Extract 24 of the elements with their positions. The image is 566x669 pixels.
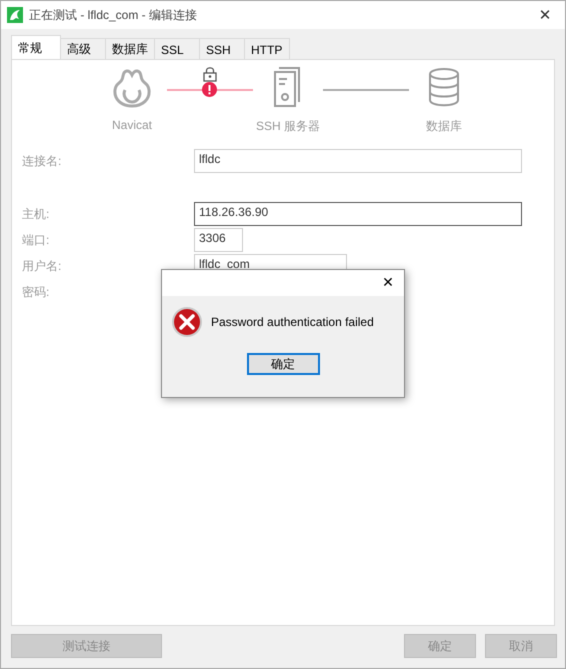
server-icon [273,66,303,108]
field-label: 连接名: [22,152,62,170]
input-field[interactable]: 118.26.36.90 [194,202,522,226]
error-icon [202,82,217,97]
node-label: SSH 服务器 [256,118,320,135]
close-button[interactable]: ✕ [372,270,404,296]
error-icon [171,306,203,338]
tab[interactable]: 常规 [11,35,61,60]
field-label: 用户名: [22,258,62,274]
field-label: 主机: [22,206,50,222]
app-logo-icon [7,7,23,23]
node-label: Navicat [112,118,152,132]
input-field[interactable]: 3306 [194,228,243,252]
error-message: Password authentication failed [211,315,374,329]
input-field[interactable]: lfldc [194,149,522,173]
ok-button[interactable]: 确定 [246,353,320,375]
close-button[interactable]: ✕ [525,1,565,29]
tab[interactable]: HTTP [244,38,290,60]
lock-icon [203,66,217,82]
field-label: 密码: [22,284,50,300]
node-label: 数据库 [426,118,462,135]
database-icon [428,66,460,108]
field-label: 端口: [22,232,50,248]
window-title: 正在测试 - lfldc_com - 编辑连接 [29,6,198,24]
